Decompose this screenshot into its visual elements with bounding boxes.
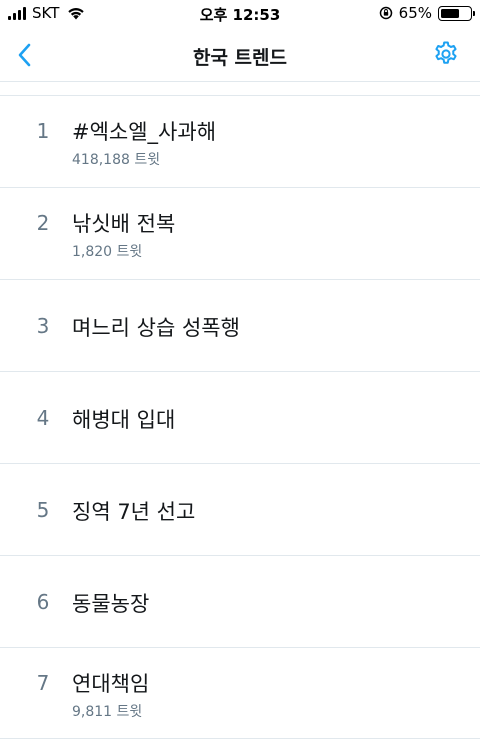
trend-item[interactable]: 5 징역 7년 선고 bbox=[0, 464, 480, 556]
trend-rank: 7 bbox=[36, 671, 50, 695]
page-title: 한국 트렌드 bbox=[192, 47, 287, 69]
gear-icon[interactable] bbox=[432, 40, 460, 68]
battery-icon bbox=[438, 5, 475, 21]
trend-tweet-count: 1,820 트윗 bbox=[72, 244, 143, 260]
trend-rank: 2 bbox=[36, 211, 50, 235]
trends-list: 1 #엑소엘_사과해 418,188 트윗 2 낚싯배 전복 1,820 트윗 3 며느리 상… bbox=[0, 95, 480, 739]
trend-name: 동물농장 bbox=[72, 592, 150, 616]
trend-name: 낚싯배 전복 bbox=[72, 212, 176, 236]
trend-item[interactable]: 7 연대책임 9,811 트윗 bbox=[0, 648, 480, 739]
battery-level bbox=[441, 8, 459, 18]
trend-rank: 1 bbox=[36, 119, 50, 143]
trend-name: #엑소엘_사과해 bbox=[72, 120, 217, 144]
trend-tweet-count: 418,188 트윗 bbox=[72, 152, 161, 168]
trend-rank: 4 bbox=[36, 406, 50, 430]
trend-rank: 5 bbox=[36, 498, 50, 522]
trend-name: 징역 7년 선고 bbox=[72, 500, 196, 524]
trend-name: 해병대 입대 bbox=[72, 408, 176, 432]
status-bar: SKT 오후 12:53 65% bbox=[0, 0, 480, 28]
trend-item[interactable]: 3 며느리 상습 성폭행 bbox=[0, 280, 480, 372]
trend-item[interactable]: 4 해병대 입대 bbox=[0, 372, 480, 464]
trend-tweet-count: 9,811 트윗 bbox=[72, 704, 143, 720]
trend-name: 연대책임 bbox=[72, 672, 150, 696]
trend-item[interactable]: 6 동물농장 bbox=[0, 556, 480, 648]
trend-item[interactable]: 1 #엑소엘_사과해 418,188 트윗 bbox=[0, 96, 480, 188]
trend-rank: 3 bbox=[36, 314, 50, 338]
battery-percent: 65% bbox=[398, 4, 432, 22]
trend-rank: 6 bbox=[36, 590, 50, 614]
battery-cap bbox=[473, 10, 475, 16]
trend-name: 며느리 상습 성폭행 bbox=[72, 316, 240, 340]
trend-item[interactable]: 2 낚싯배 전복 1,820 트윗 bbox=[0, 188, 480, 280]
orientation-lock-icon bbox=[379, 6, 392, 20]
nav-bar: 한국 트렌드 bbox=[0, 28, 480, 82]
status-right: 65% bbox=[379, 4, 475, 22]
